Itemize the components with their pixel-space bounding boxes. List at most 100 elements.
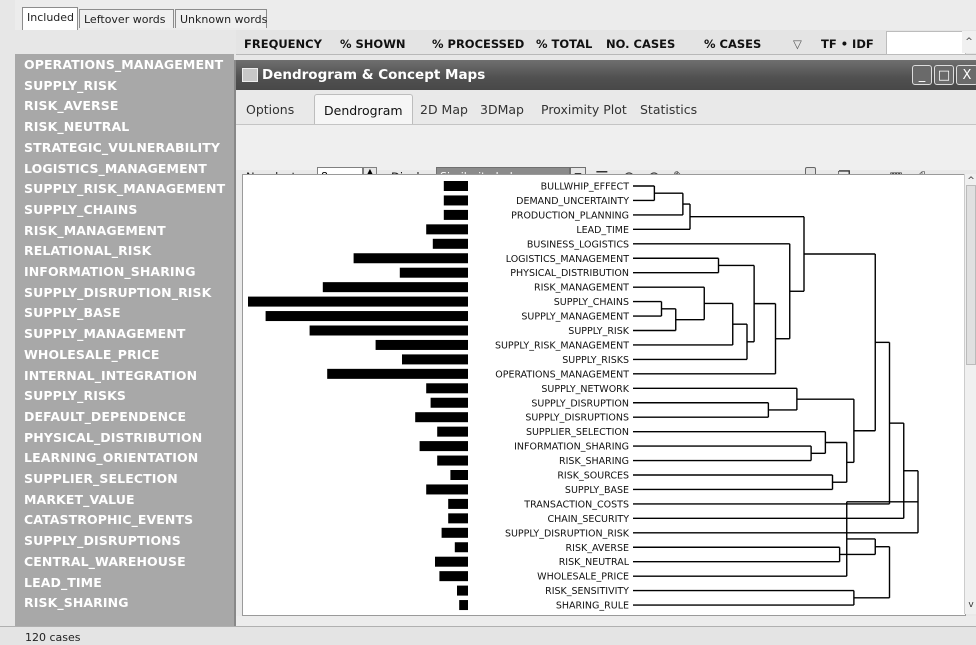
word-list-item[interactable]: SUPPLY_RISK	[24, 78, 117, 93]
frequency-bar	[450, 470, 468, 480]
word-list: OPERATIONS_MANAGEMENT SUPPLY_RISK RISK_AVE…	[15, 54, 234, 626]
frequency-bar	[399, 267, 468, 278]
close-button[interactable]: X	[956, 65, 976, 85]
col-cases[interactable]: % CASES	[704, 37, 761, 51]
word-list-item[interactable]: INFORMATION_SHARING	[24, 264, 196, 279]
frequency-bar	[426, 484, 468, 495]
frequency-bar	[443, 195, 468, 206]
frequency-bar	[402, 354, 468, 365]
word-list-item[interactable]: SUPPLY_RISKS	[24, 388, 126, 403]
word-list-item[interactable]: SUPPLIER_SELECTION	[24, 471, 178, 486]
tab-unknown-words[interactable]: Unknown words	[175, 9, 267, 28]
leaf-label: SUPPLY_RISKS	[562, 355, 629, 366]
leaf-label: SUPPLY_DISRUPTIONS	[525, 413, 629, 424]
word-list-item[interactable]: WHOLESALE_PRICE	[24, 347, 159, 362]
leaf-label: RISK_NEUTRAL	[559, 557, 630, 568]
leaf-label: TRANSACTION_COSTS	[523, 499, 629, 510]
col-frequency[interactable]: FREQUENCY	[244, 37, 322, 51]
tab-included[interactable]: Included	[22, 7, 78, 30]
frequency-bar	[322, 282, 468, 293]
frequency-bar	[248, 296, 468, 307]
dialog-bottom	[236, 616, 976, 626]
word-list-item[interactable]: RISK_MANAGEMENT	[24, 223, 166, 238]
dialog-titlebar[interactable]: Dendrogram & Concept Maps _ □ X	[236, 60, 976, 90]
frequency-bar	[426, 224, 468, 235]
frequency-bar	[441, 527, 468, 538]
scroll-down-icon[interactable]: v	[964, 599, 976, 611]
minimize-button[interactable]: _	[912, 65, 932, 85]
word-list-item[interactable]: INTERNAL_INTEGRATION	[24, 368, 197, 383]
leaf-label: RISK_AVERSE	[566, 543, 629, 554]
leaf-label: SUPPLY_DISRUPTION_RISK	[505, 528, 630, 539]
left-margin	[0, 0, 15, 644]
leaf-label: PHYSICAL_DISTRIBUTION	[510, 268, 629, 279]
word-list-item[interactable]: RISK_NEUTRAL	[24, 119, 129, 134]
frequency-bar	[430, 397, 468, 408]
leaf-label: DEMAND_UNCERTAINTY	[516, 196, 629, 207]
leaf-label: SUPPLY_BASE	[565, 485, 629, 496]
word-list-item[interactable]: LOGISTICS_MANAGEMENT	[24, 161, 207, 176]
word-list-item[interactable]: CENTRAL_WAREHOUSE	[24, 554, 186, 569]
tab-2d-map[interactable]: 2D Map	[420, 102, 468, 117]
tab-statistics[interactable]: Statistics	[640, 102, 697, 117]
col-total[interactable]: % TOTAL	[536, 37, 592, 51]
frequency-bar	[457, 585, 468, 596]
col-no-cases[interactable]: NO. CASES	[606, 37, 675, 51]
sort-indicator-icon: ▽	[793, 37, 802, 51]
leaf-label: RISK_SOURCES	[557, 471, 629, 482]
leaf-label: PRODUCTION_PLANNING	[511, 210, 629, 221]
leaf-label: RISK_MANAGEMENT	[534, 283, 629, 294]
frequency-bar	[435, 556, 468, 567]
word-list-item[interactable]: MARKET_VALUE	[24, 492, 135, 507]
dendrogram-canvas: BULLWHIP_EFFECT DEMAND_UNCERTAINTY PRODUCT…	[242, 174, 966, 616]
header-blank-cell	[886, 31, 966, 55]
word-list-item[interactable]: SUPPLY_BASE	[24, 305, 121, 320]
word-list-item[interactable]: STRATEGIC_VULNERABILITY	[24, 140, 220, 155]
word-list-item[interactable]: LEAD_TIME	[24, 575, 102, 590]
leaf-label: CHAIN_SECURITY	[547, 514, 629, 525]
maximize-button[interactable]: □	[934, 65, 954, 85]
frequency-bar	[432, 238, 468, 249]
col-shown[interactable]: % SHOWN	[340, 37, 406, 51]
tab-dendrogram[interactable]: Dendrogram	[314, 94, 413, 124]
scrollbar-thumb[interactable]	[966, 185, 976, 365]
scroll-up-icon[interactable]: ^	[962, 31, 976, 53]
leaf-label: SHARING_RULE	[556, 601, 629, 612]
dendrogram-chart: BULLWHIP_EFFECT DEMAND_UNCERTAINTY PRODUCT…	[248, 181, 919, 612]
leaf-label: SUPPLY_RISK_MANAGEMENT	[495, 340, 629, 351]
word-list-item[interactable]: SUPPLY_DISRUPTIONS	[24, 533, 181, 548]
frequency-bar	[454, 542, 468, 553]
word-list-item[interactable]: RELATIONAL_RISK	[24, 243, 151, 258]
word-list-item[interactable]: RISK_SHARING	[24, 595, 129, 610]
tab-options[interactable]: Options	[246, 102, 294, 117]
tab-proximity-plot[interactable]: Proximity Plot	[541, 102, 627, 117]
tab-leftover-words[interactable]: Leftover words	[79, 9, 174, 28]
leaf-label: BULLWHIP_EFFECT	[541, 182, 630, 193]
word-list-item[interactable]: SUPPLY_RISK_MANAGEMENT	[24, 181, 225, 196]
word-list-item[interactable]: LEARNING_ORIENTATION	[24, 450, 198, 465]
word-list-item[interactable]: PHYSICAL_DISTRIBUTION	[24, 430, 202, 445]
frequency-bar	[448, 498, 468, 509]
word-list-item[interactable]: SUPPLY_DISRUPTION_RISK	[24, 285, 211, 300]
frequency-bar	[309, 325, 468, 336]
word-list-item[interactable]: CATASTROPHIC_EVENTS	[24, 512, 193, 527]
frequency-bar	[353, 253, 468, 264]
tab-3d-map[interactable]: 3DMap	[480, 102, 524, 117]
word-list-item[interactable]: SUPPLY_MANAGEMENT	[24, 326, 186, 341]
frequency-bar	[415, 412, 468, 423]
leaf-label: SUPPLY_MANAGEMENT	[521, 312, 629, 323]
leaf-label: WHOLESALE_PRICE	[537, 572, 629, 583]
leaf-label: LOGISTICS_MANAGEMENT	[506, 254, 629, 265]
col-processed[interactable]: % PROCESSED	[432, 37, 524, 51]
word-list-item[interactable]: RISK_AVERSE	[24, 98, 119, 113]
word-list-item[interactable]: OPERATIONS_MANAGEMENT	[24, 57, 223, 72]
frequency-bar	[265, 311, 468, 322]
col-tf-idf[interactable]: TF • IDF	[821, 37, 874, 51]
word-list-item[interactable]: SUPPLY_CHAINS	[24, 202, 138, 217]
word-list-item[interactable]: DEFAULT_DEPENDENCE	[24, 409, 186, 424]
frequency-bar	[375, 339, 468, 350]
frequency-bar	[443, 181, 468, 191]
frequency-bar	[426, 383, 468, 394]
leaf-label: SUPPLY_CHAINS	[554, 297, 629, 308]
leaf-label: RISK_SHARING	[559, 456, 629, 467]
